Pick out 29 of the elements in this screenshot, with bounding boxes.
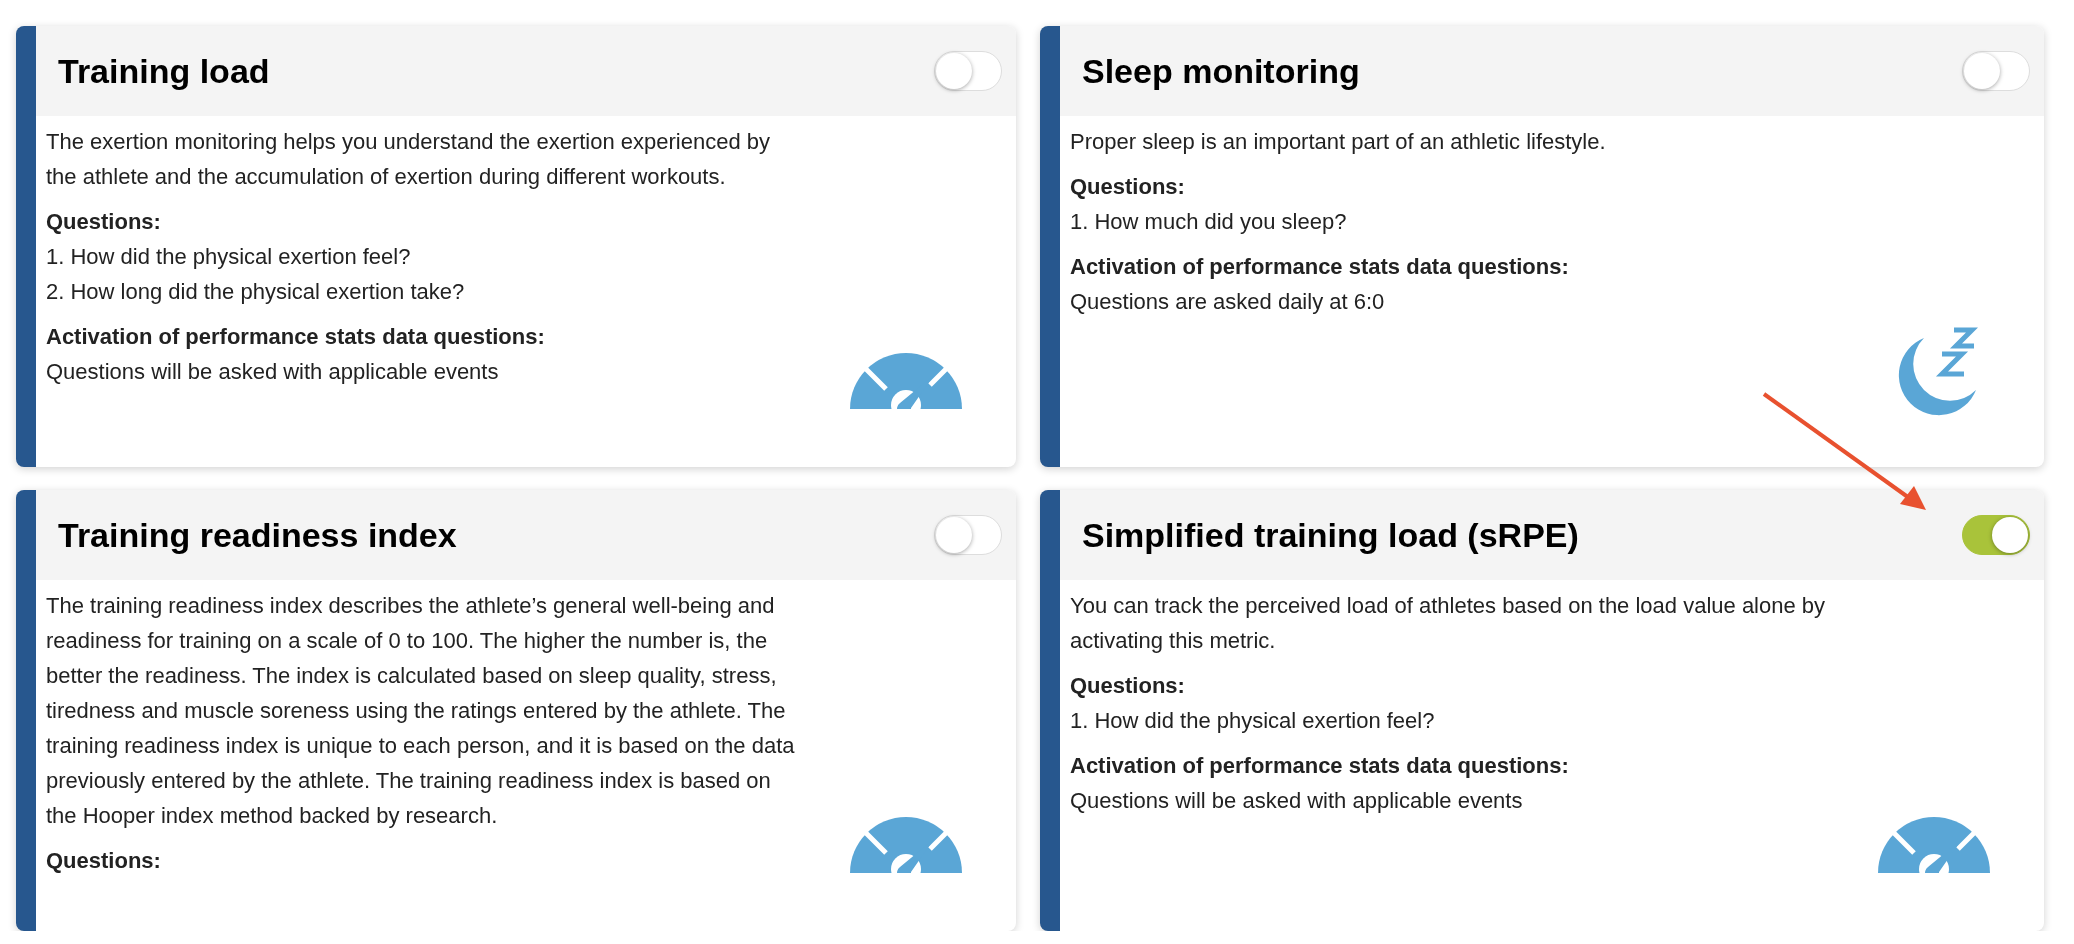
question-text: 1. How did the physical exertion feel?	[46, 243, 412, 271]
questions-heading: Questions:	[46, 208, 162, 236]
activation-heading: Activation of performance stats data questions:	[46, 323, 546, 351]
toggle-switch[interactable]	[1962, 51, 2030, 91]
activation-heading: Activation of performance stats data questions:	[1070, 253, 1570, 281]
activation-text: Questions are asked daily at 6:0	[1070, 288, 1386, 316]
description-text: The training readiness index describes the athlete’s general well-being and readiness for training on a scale of 0 to 100. The higher the number is, the better the readiness. The index is calculated based on sleep quality, stress, tiredness and muscle soreness using the ratings entered by the athlete. The training readiness index is unique to each person, and it is based on the data previously entered by the athlete. The training readiness index is based on the Hooper index method backed by research.	[46, 592, 796, 830]
questions-heading: Questions:	[1070, 672, 1186, 700]
toggle-switch[interactable]	[1962, 515, 2030, 555]
questions-heading: Questions:	[46, 847, 162, 875]
question-text: 1. How did the physical exertion feel?	[1070, 707, 1436, 735]
toggle-switch[interactable]	[934, 515, 1002, 555]
gauge-icon	[850, 815, 962, 873]
activation-heading: Activation of performance stats data questions:	[1070, 752, 1570, 780]
question-text: 1. How much did you sleep?	[1070, 208, 1348, 236]
questions-heading: Questions:	[1070, 173, 1186, 201]
card-title: Simplified training load (sRPE)	[1082, 515, 1579, 555]
toggle-switch[interactable]	[934, 51, 1002, 91]
description-text: Proper sleep is an important part of an athletic lifestyle.	[1070, 128, 1607, 156]
activation-text: Questions will be asked with applicable events	[1070, 787, 1524, 815]
question-text: 2. How long did the physical exertion take?	[46, 278, 466, 306]
activation-text: Questions will be asked with applicable events	[46, 358, 500, 386]
card-title: Sleep monitoring	[1082, 51, 1360, 91]
gauge-icon	[850, 351, 962, 409]
card-title: Training load	[58, 51, 270, 91]
description-text: The exertion monitoring helps you understand the exertion experienced by the athlete and the accumulation of exertion during different workouts.	[46, 128, 771, 191]
gauge-icon	[1878, 815, 1990, 873]
card-title: Training readiness index	[58, 515, 457, 555]
description-text: You can track the perceived load of athletes based on the load value alone by activating this metric.	[1070, 592, 1827, 655]
